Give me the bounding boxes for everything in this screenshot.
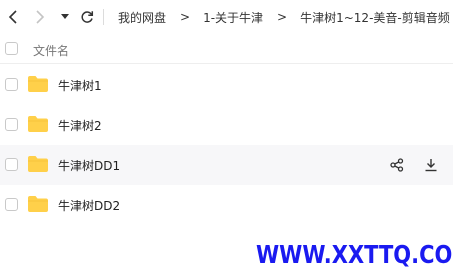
breadcrumb-separator: > bbox=[180, 10, 191, 24]
breadcrumb: 我的网盘 > 1-关于牛津 > 牛津树1~12-美音-剪辑音频 > bbox=[118, 0, 453, 34]
folder-icon bbox=[28, 116, 48, 132]
breadcrumb-separator: > bbox=[277, 10, 288, 24]
chevron-right-icon bbox=[36, 10, 45, 24]
file-list-header: 文件名 bbox=[0, 34, 453, 64]
refresh-button[interactable] bbox=[77, 0, 97, 34]
row-checkbox[interactable] bbox=[5, 78, 18, 91]
watermark: WWW.XXTTQ.COM bbox=[256, 240, 453, 269]
back-button[interactable] bbox=[3, 0, 23, 34]
toolbar: 我的网盘 > 1-关于牛津 > 牛津树1~12-美音-剪辑音频 > bbox=[0, 0, 453, 34]
row-checkbox[interactable] bbox=[5, 198, 18, 211]
folder-icon bbox=[28, 76, 48, 92]
row-checkbox[interactable] bbox=[5, 118, 18, 131]
file-name[interactable]: 牛津树DD1 bbox=[58, 157, 120, 174]
row-checkbox[interactable] bbox=[5, 158, 18, 171]
list-item[interactable]: 牛津树DD2 bbox=[0, 185, 453, 225]
share-icon bbox=[390, 158, 404, 172]
file-name[interactable]: 牛津树1 bbox=[58, 77, 102, 94]
breadcrumb-item-root[interactable]: 我的网盘 bbox=[118, 9, 166, 26]
download-button[interactable] bbox=[421, 155, 441, 175]
select-all-checkbox[interactable] bbox=[5, 42, 18, 55]
breadcrumb-item-folder[interactable]: 1-关于牛津 bbox=[203, 9, 263, 26]
refresh-icon bbox=[81, 11, 94, 23]
toolbar-divider bbox=[103, 9, 104, 25]
download-icon bbox=[425, 159, 437, 172]
history-dropdown-button[interactable] bbox=[58, 0, 72, 34]
chevron-left-icon bbox=[8, 10, 17, 24]
forward-button[interactable] bbox=[30, 0, 50, 34]
list-item[interactable]: 牛津树DD1 bbox=[0, 145, 453, 185]
file-name[interactable]: 牛津树DD2 bbox=[58, 197, 120, 214]
folder-icon bbox=[28, 156, 48, 172]
folder-icon bbox=[28, 196, 48, 212]
caret-down-icon bbox=[61, 14, 69, 19]
list-item[interactable]: 牛津树2 bbox=[0, 105, 453, 145]
share-button[interactable] bbox=[387, 155, 407, 175]
breadcrumb-item-current[interactable]: 牛津树1~12-美音-剪辑音频 bbox=[300, 9, 450, 26]
file-name[interactable]: 牛津树2 bbox=[58, 117, 102, 134]
column-header-filename[interactable]: 文件名 bbox=[33, 42, 69, 59]
list-item[interactable]: 牛津树1 bbox=[0, 65, 453, 105]
